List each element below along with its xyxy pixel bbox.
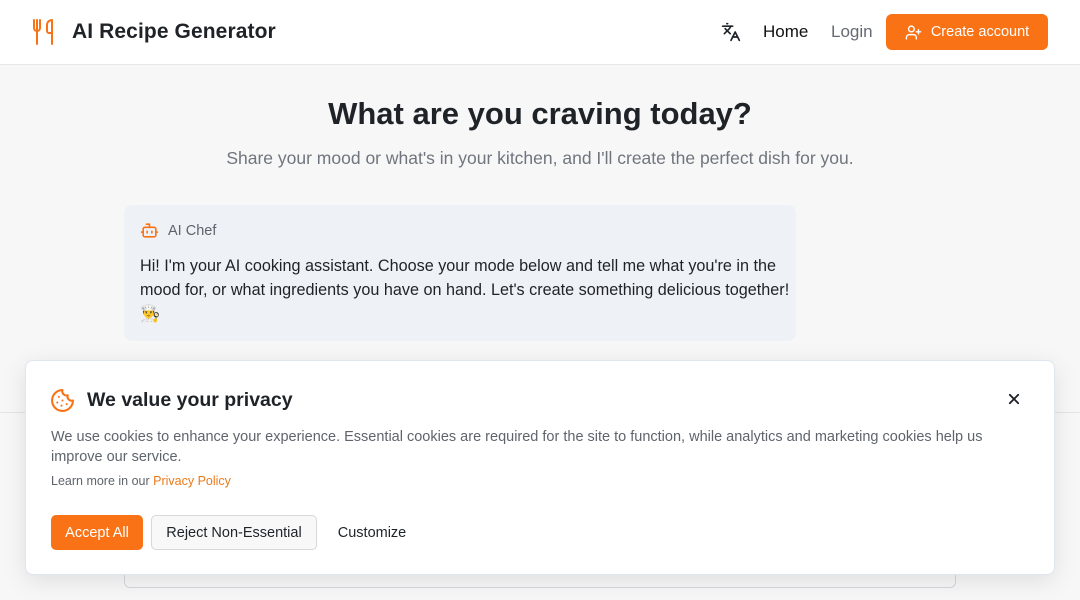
- top-header: AI Recipe Generator Home Login Create ac…: [0, 0, 1080, 65]
- accept-all-button[interactable]: Accept All: [51, 515, 143, 550]
- cookie-consent-banner: We value your privacy We use cookies to …: [25, 360, 1055, 575]
- ai-chef-message: AI Chef Hi! I'm your AI cooking assistan…: [124, 205, 796, 341]
- robot-icon: [140, 223, 159, 238]
- customize-button[interactable]: Customize: [326, 515, 418, 550]
- close-icon[interactable]: [1004, 389, 1024, 409]
- app-title[interactable]: AI Recipe Generator: [72, 20, 276, 44]
- message-sender: AI Chef: [168, 223, 217, 239]
- cookie-banner-description: We use cookies to enhance your experienc…: [51, 429, 983, 465]
- page-title: What are you craving today?: [328, 96, 752, 131]
- translate-icon[interactable]: [721, 22, 741, 42]
- learn-more-prefix: Learn more in our: [51, 474, 154, 488]
- create-account-button[interactable]: Create account: [886, 14, 1048, 50]
- privacy-policy-link[interactable]: Privacy Policy: [153, 474, 231, 488]
- nav-home-link[interactable]: Home: [763, 22, 808, 42]
- cookie-banner-title: We value your privacy: [87, 389, 293, 411]
- user-plus-icon: [905, 24, 922, 40]
- page-subtitle: Share your mood or what's in your kitche…: [226, 148, 854, 168]
- message-text: Hi! I'm your AI cooking assistant. Choos…: [140, 257, 790, 323]
- create-account-label: Create account: [930, 24, 1030, 40]
- utensils-icon[interactable]: [32, 19, 56, 45]
- cookie-icon: [51, 389, 74, 412]
- nav-login-link[interactable]: Login: [831, 22, 873, 42]
- reject-non-essential-button[interactable]: Reject Non-Essential: [151, 515, 317, 550]
- learn-more-text: Learn more in our Privacy Policy: [51, 474, 231, 488]
